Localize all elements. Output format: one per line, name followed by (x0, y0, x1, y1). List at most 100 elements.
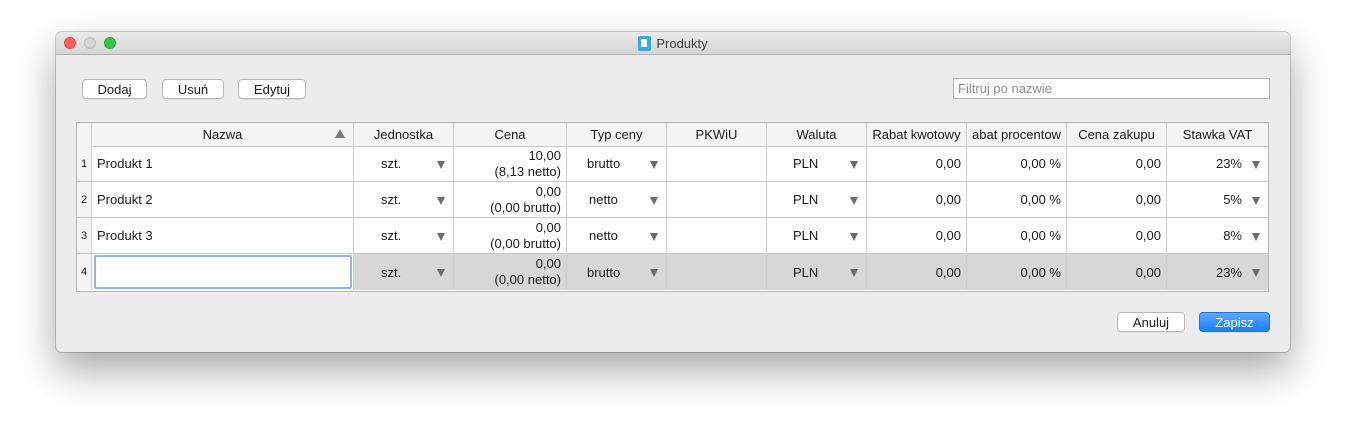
sort-ascending-icon (335, 129, 345, 138)
name-cell[interactable]: Produkt 3 (92, 218, 354, 253)
price-value: 0,00 (535, 183, 561, 199)
price-cell[interactable]: 10,00 (8,13 netto) (454, 146, 567, 181)
edit-button[interactable]: Edytuj (238, 79, 306, 99)
pkwiu-cell[interactable] (667, 254, 767, 290)
currency-select[interactable]: PLN (767, 254, 867, 290)
header-purchase-price[interactable]: Cena zakupu (1067, 123, 1167, 146)
dropdown-arrow-icon (1252, 161, 1260, 169)
currency-value: PLN (793, 192, 819, 207)
price-alt-value: (0,00 netto) (494, 272, 562, 287)
table-row[interactable]: 3 Produkt 3 szt. 0,00 (0,00 brutto) nett… (77, 218, 1268, 254)
discount-amount-cell[interactable]: 0,00 (867, 254, 967, 290)
vat-value: 23% (1215, 156, 1242, 171)
header-vat-rate[interactable]: Stawka VAT (1167, 123, 1268, 146)
row-index: 4 (77, 254, 92, 290)
vat-rate-select[interactable]: 8% (1167, 218, 1268, 253)
dropdown-arrow-icon (850, 233, 858, 241)
header-unit[interactable]: Jednostka (354, 123, 454, 146)
price-cell[interactable]: 0,00 (0,00 brutto) (454, 218, 567, 253)
row-index: 1 (77, 146, 92, 181)
products-window: Produkty Dodaj Usuń Edytuj Nazwa Jednost… (56, 32, 1290, 352)
price-alt-value: (8,13 netto) (494, 163, 562, 179)
header-pkwiu[interactable]: PKWiU (667, 123, 767, 146)
unit-value: szt. (381, 192, 402, 207)
dropdown-arrow-icon (650, 269, 658, 277)
new-product-row[interactable]: 4 szt. 0,00 (0,00 netto) brutto PLN 0,00 (77, 254, 1268, 290)
dropdown-arrow-icon (437, 269, 445, 277)
header-discount-amount[interactable]: Rabat kwotowy (867, 123, 967, 146)
purchase-price-cell[interactable]: 0,00 (1067, 254, 1167, 290)
unit-value: szt. (381, 228, 402, 243)
unit-select[interactable]: szt. (354, 218, 454, 253)
unit-value: szt. (381, 156, 402, 171)
currency-value: PLN (793, 156, 819, 171)
pkwiu-cell[interactable] (667, 146, 767, 181)
price-type-select[interactable]: netto (567, 182, 667, 217)
price-type-value: netto (589, 192, 618, 207)
price-value: 0,00 (535, 256, 561, 271)
vat-value: 23% (1215, 264, 1242, 280)
vat-value: 5% (1223, 192, 1242, 207)
remove-button[interactable]: Usuń (162, 79, 224, 99)
price-cell[interactable]: 0,00 (0,00 netto) (454, 254, 567, 290)
discount-percent-cell[interactable]: 0,00 % (967, 254, 1067, 290)
dropdown-arrow-icon (850, 161, 858, 169)
dropdown-arrow-icon (1252, 197, 1260, 205)
table-row[interactable]: 1 Produkt 1 szt. 10,00 (8,13 netto) brut… (77, 146, 1268, 182)
dropdown-arrow-icon (437, 233, 445, 241)
purchase-price-cell[interactable]: 0,00 (1067, 146, 1167, 181)
cancel-button[interactable]: Anuluj (1117, 312, 1185, 332)
currency-select[interactable]: PLN (767, 182, 867, 217)
unit-select[interactable]: szt. (354, 182, 454, 217)
header-index (77, 123, 92, 146)
filter-by-name-input[interactable] (953, 78, 1270, 99)
price-type-value: brutto (587, 264, 621, 280)
price-type-select[interactable]: netto (567, 218, 667, 253)
vat-value: 8% (1223, 228, 1242, 243)
add-button[interactable]: Dodaj (82, 79, 147, 99)
vat-rate-select[interactable]: 23% (1167, 146, 1268, 181)
name-cell[interactable]: Produkt 2 (92, 182, 354, 217)
table-header: Nazwa Jednostka Cena Typ ceny PKWiU Walu… (77, 123, 1268, 147)
document-icon (638, 35, 652, 51)
header-currency[interactable]: Waluta (767, 123, 867, 146)
purchase-price-cell[interactable]: 0,00 (1067, 218, 1167, 253)
row-index: 2 (77, 182, 92, 217)
name-cell-editing[interactable] (92, 254, 354, 290)
purchase-price-cell[interactable]: 0,00 (1067, 182, 1167, 217)
dropdown-arrow-icon (437, 161, 445, 169)
name-cell[interactable]: Produkt 1 (92, 146, 354, 181)
discount-amount-cell[interactable]: 0,00 (867, 218, 967, 253)
price-value: 0,00 (535, 219, 561, 235)
pkwiu-cell[interactable] (667, 218, 767, 253)
discount-amount-cell[interactable]: 0,00 (867, 182, 967, 217)
dropdown-arrow-icon (1252, 233, 1260, 241)
discount-percent-cell[interactable]: 0,00 % (967, 182, 1067, 217)
unit-select[interactable]: szt. (354, 146, 454, 181)
discount-percent-cell[interactable]: 0,00 % (967, 146, 1067, 181)
price-cell[interactable]: 0,00 (0,00 brutto) (454, 182, 567, 217)
table-row[interactable]: 2 Produkt 2 szt. 0,00 (0,00 brutto) nett… (77, 182, 1268, 218)
dropdown-arrow-icon (437, 197, 445, 205)
header-name[interactable]: Nazwa (92, 123, 354, 146)
vat-rate-select[interactable]: 5% (1167, 182, 1268, 217)
currency-select[interactable]: PLN (767, 218, 867, 253)
vat-rate-select[interactable]: 23% (1167, 254, 1268, 290)
price-type-select[interactable]: brutto (567, 254, 667, 290)
discount-amount-cell[interactable]: 0,00 (867, 146, 967, 181)
save-button[interactable]: Zapisz (1199, 312, 1270, 332)
dropdown-arrow-icon (650, 233, 658, 241)
price-alt-value: (0,00 brutto) (490, 235, 561, 251)
products-table: Nazwa Jednostka Cena Typ ceny PKWiU Walu… (76, 122, 1269, 292)
header-price-type[interactable]: Typ ceny (567, 123, 667, 146)
header-price[interactable]: Cena (454, 123, 567, 146)
unit-select[interactable]: szt. (354, 254, 454, 290)
pkwiu-cell[interactable] (667, 182, 767, 217)
currency-select[interactable]: PLN (767, 146, 867, 181)
discount-percent-cell[interactable]: 0,00 % (967, 218, 1067, 253)
name-edit-field[interactable] (94, 255, 352, 289)
price-type-select[interactable]: brutto (567, 146, 667, 181)
header-discount-percent[interactable]: abat procentow (967, 123, 1067, 146)
currency-value: PLN (793, 264, 819, 280)
dropdown-arrow-icon (1252, 269, 1260, 277)
